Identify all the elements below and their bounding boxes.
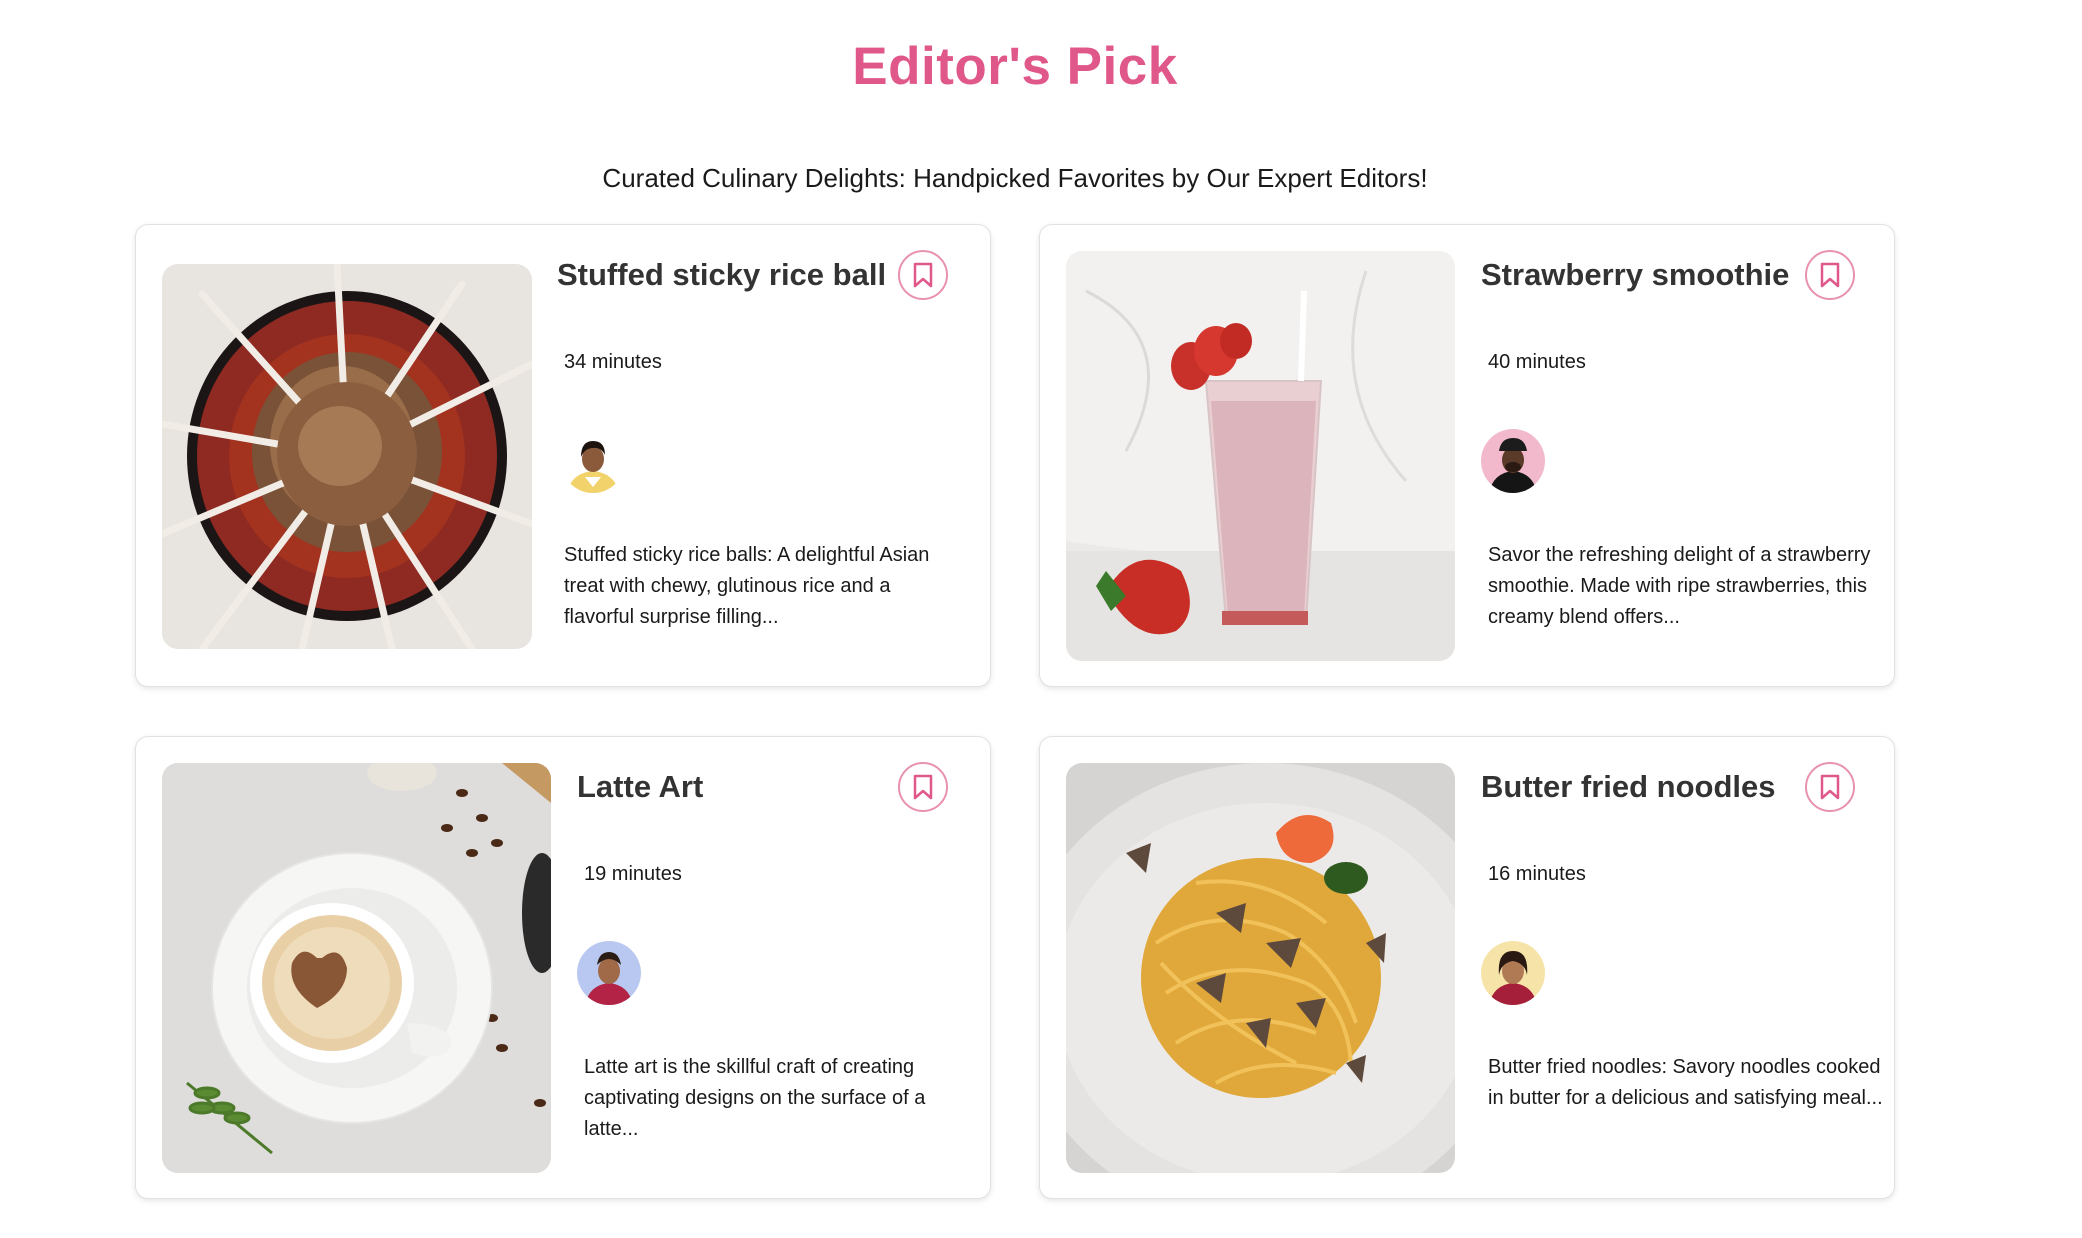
author-avatar[interactable] bbox=[1481, 941, 1545, 1005]
author-avatar[interactable] bbox=[577, 941, 641, 1005]
page-title: Editor's Pick bbox=[852, 37, 1178, 96]
recipe-description: Savor the refreshing delight of a strawb… bbox=[1488, 544, 1871, 628]
recipe-image[interactable] bbox=[162, 264, 532, 649]
recipe-title[interactable]: Stuffed sticky rice ball bbox=[557, 257, 886, 293]
recipe-duration: 40 minutes bbox=[1488, 351, 1586, 373]
bookmark-button[interactable] bbox=[898, 762, 948, 812]
recipe-card[interactable]: Stuffed sticky rice ball 34 minutes Stuf… bbox=[135, 224, 991, 687]
bookmark-icon bbox=[913, 262, 933, 288]
page-subtitle: Curated Culinary Delights: Handpicked Fa… bbox=[602, 163, 1428, 193]
recipe-description: Stuffed sticky rice balls: A delightful … bbox=[564, 544, 930, 628]
recipe-description: Butter fried noodles: Savory noodles coo… bbox=[1488, 1056, 1883, 1109]
recipe-title[interactable]: Latte Art bbox=[577, 769, 703, 805]
recipe-card[interactable]: Strawberry smoothie 40 minutes Savor the… bbox=[1039, 224, 1895, 687]
bookmark-button[interactable] bbox=[1805, 250, 1855, 300]
author-avatar[interactable] bbox=[1481, 429, 1545, 493]
recipe-title[interactable]: Butter fried noodles bbox=[1481, 769, 1776, 805]
recipe-card[interactable]: Butter fried noodles 16 minutes Butter f… bbox=[1039, 736, 1895, 1199]
bookmark-button[interactable] bbox=[898, 250, 948, 300]
bookmark-button[interactable] bbox=[1805, 762, 1855, 812]
author-avatar[interactable] bbox=[561, 429, 625, 493]
recipe-description: Latte art is the skillful craft of creat… bbox=[584, 1056, 926, 1140]
recipe-image[interactable] bbox=[1066, 763, 1455, 1173]
editors-pick-page: Editor's Pick Curated Culinary Delights:… bbox=[0, 0, 2082, 1238]
recipe-title[interactable]: Strawberry smoothie bbox=[1481, 257, 1789, 293]
recipe-image[interactable] bbox=[162, 763, 551, 1173]
recipe-duration: 34 minutes bbox=[564, 351, 662, 373]
recipe-duration: 16 minutes bbox=[1488, 863, 1586, 885]
bookmark-icon bbox=[913, 774, 933, 800]
recipe-image[interactable] bbox=[1066, 251, 1455, 661]
bookmark-icon bbox=[1820, 774, 1840, 800]
recipe-duration: 19 minutes bbox=[584, 863, 682, 885]
bookmark-icon bbox=[1820, 262, 1840, 288]
recipe-card[interactable]: Latte Art 19 minutes Latte art is the sk… bbox=[135, 736, 991, 1199]
